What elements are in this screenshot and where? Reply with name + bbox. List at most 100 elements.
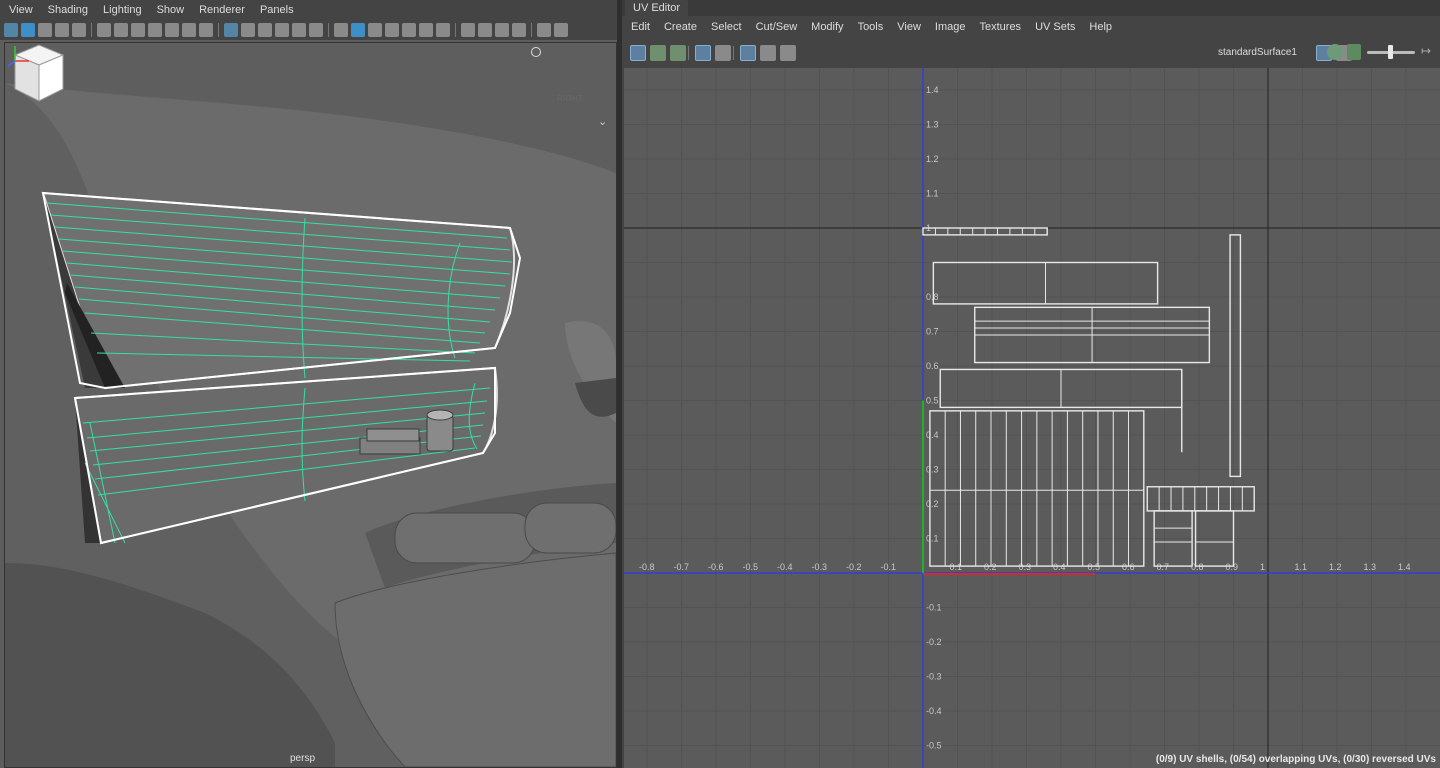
- shadows-icon[interactable]: [402, 23, 416, 37]
- camera-icon[interactable]: [97, 23, 111, 37]
- gate-mask-icon[interactable]: [148, 23, 162, 37]
- u-axis-tick-label: -0.6: [708, 562, 724, 572]
- chevron-down-icon[interactable]: ⌄: [598, 115, 607, 128]
- slider-handle[interactable]: [1388, 45, 1393, 59]
- ambient-occlusion-icon[interactable]: [436, 23, 450, 37]
- menu-view[interactable]: View: [888, 21, 926, 33]
- film-gate-icon[interactable]: [114, 23, 128, 37]
- toolbar-divider: [531, 23, 532, 37]
- menu-shading[interactable]: Shading: [39, 4, 94, 16]
- wireframe-on-shaded-icon[interactable]: [368, 23, 382, 37]
- uv-shaded-icon[interactable]: [650, 45, 666, 61]
- menu-cut-sew[interactable]: Cut/Sew: [747, 21, 803, 33]
- depth-of-field-icon[interactable]: [512, 23, 526, 37]
- material-name-field[interactable]: standardSurface1: [1216, 44, 1310, 61]
- camera-indicator-icon[interactable]: [531, 47, 541, 57]
- v-axis-tick-label: 0.2: [926, 499, 939, 509]
- v-axis-tick-label: 0.8: [926, 292, 939, 302]
- resolution-gate-icon[interactable]: [131, 23, 145, 37]
- toolbar-divider: [688, 46, 689, 60]
- 2d-pan-icon[interactable]: [72, 23, 86, 37]
- v-axis-tick-label: -0.3: [926, 672, 942, 682]
- menu-textures[interactable]: Textures: [970, 21, 1026, 33]
- uv-shell-vertical-strip[interactable]: [1229, 234, 1242, 478]
- uv-editor-panel: UV Editor Edit Create Select Cut/Sew Mod…: [622, 0, 1440, 768]
- armrest-handle: [394, 512, 536, 564]
- bounding-box-icon[interactable]: [275, 23, 289, 37]
- menu-select[interactable]: Select: [702, 21, 747, 33]
- v-axis-tick-label: 0.5: [926, 396, 939, 406]
- multisample-icon[interactable]: [495, 23, 509, 37]
- v-axis-tick-label: 0.6: [926, 361, 939, 371]
- uv-isolate-icon[interactable]: [760, 45, 776, 61]
- exposure-icon[interactable]: [537, 23, 551, 37]
- uv-snapshot-icon[interactable]: [780, 45, 796, 61]
- textured-icon[interactable]: [309, 23, 323, 37]
- axis-gizmo-icon: [7, 46, 29, 67]
- isolate-select-icon[interactable]: [334, 23, 348, 37]
- safe-title-icon[interactable]: [199, 23, 213, 37]
- u-axis-tick-label: -0.3: [812, 562, 828, 572]
- u-axis-tick-label: -0.1: [881, 562, 897, 572]
- v-axis-tick-label: 1.4: [926, 85, 939, 95]
- wireframe-icon[interactable]: [241, 23, 255, 37]
- menu-show[interactable]: Show: [148, 4, 191, 16]
- menu-panels[interactable]: Panels: [251, 4, 300, 16]
- u-axis-tick-label: 0.8: [1191, 562, 1204, 572]
- refresh-texture-icon[interactable]: [1327, 44, 1343, 60]
- uv-pixel-snap-icon[interactable]: [715, 45, 731, 61]
- menu-image[interactable]: Image: [926, 21, 971, 33]
- menu-help[interactable]: Help: [1080, 21, 1117, 33]
- grid-icon[interactable]: [224, 23, 238, 37]
- v-axis-tick-label: 0.1: [926, 534, 939, 544]
- menu-renderer[interactable]: Renderer: [190, 4, 251, 16]
- screen-space-ao-icon[interactable]: [461, 23, 475, 37]
- gamma-icon[interactable]: [554, 23, 568, 37]
- u-axis-tick-label: -0.8: [639, 562, 655, 572]
- viewport-toolbar: [0, 20, 617, 40]
- image-plane-icon[interactable]: [55, 23, 69, 37]
- select-camera-icon[interactable]: [4, 23, 18, 37]
- image-display-icon[interactable]: [1347, 44, 1361, 60]
- menu-uv-sets[interactable]: UV Sets: [1026, 21, 1080, 33]
- view-cube-face-label: RIGHT: [557, 94, 584, 103]
- toolbar-divider: [91, 23, 92, 37]
- lights-icon[interactable]: [419, 23, 433, 37]
- viewport-panel: View Shading Lighting Show Renderer Pane…: [0, 0, 617, 768]
- shaded-cube-icon[interactable]: [351, 23, 365, 37]
- camera-attributes-icon[interactable]: [21, 23, 35, 37]
- toolbar-expand-icon[interactable]: ↦: [1421, 44, 1431, 58]
- uv-checker-grid-icon[interactable]: [740, 45, 756, 61]
- bookmark-icon[interactable]: [38, 23, 52, 37]
- uv-shell-small-strip[interactable]: [1146, 486, 1255, 512]
- perspective-viewport[interactable]: RIGHT ⌄ persp: [4, 42, 617, 768]
- v-axis-tick-label: -0.4: [926, 706, 942, 716]
- menu-edit[interactable]: Edit: [622, 21, 655, 33]
- u-axis-tick-label: 0.4: [1053, 562, 1066, 572]
- menu-modify[interactable]: Modify: [802, 21, 848, 33]
- toolbar-divider: [733, 46, 734, 60]
- menu-lighting[interactable]: Lighting: [94, 4, 148, 16]
- field-chart-icon[interactable]: [165, 23, 179, 37]
- xray-icon[interactable]: [292, 23, 306, 37]
- smooth-shade-icon[interactable]: [258, 23, 272, 37]
- motion-blur-icon[interactable]: [478, 23, 492, 37]
- toolbar-divider: [218, 23, 219, 37]
- uv-distortion-icon[interactable]: [670, 45, 686, 61]
- tab-uv-editor[interactable]: UV Editor: [625, 0, 689, 16]
- u-axis-tick-label: 1.4: [1398, 562, 1411, 572]
- cup-rim: [426, 409, 454, 421]
- menu-tools[interactable]: Tools: [849, 21, 889, 33]
- scene-render: [5, 43, 616, 767]
- default-material-icon[interactable]: [385, 23, 399, 37]
- uv-shell-select-icon[interactable]: [630, 45, 646, 61]
- uv-grid-icon[interactable]: [695, 45, 711, 61]
- menu-create[interactable]: Create: [655, 21, 702, 33]
- menu-view[interactable]: View: [0, 4, 39, 16]
- safe-action-icon[interactable]: [182, 23, 196, 37]
- u-axis-tick-label: -0.5: [743, 562, 759, 572]
- armrest-handle-rear: [524, 502, 616, 554]
- u-axis-tick-label: 1.1: [1295, 562, 1308, 572]
- uv-canvas[interactable]: -0.8 -0.7 -0.6 -0.5 -0.4 -0.3 -0.2 -0.1 0.1 0.2 0.…: [624, 68, 1440, 768]
- uv-texture-space[interactable]: -0.8 -0.7 -0.6 -0.5 -0.4 -0.3 -0.2 -0.1 0.1 0.2 0.…: [624, 68, 1440, 768]
